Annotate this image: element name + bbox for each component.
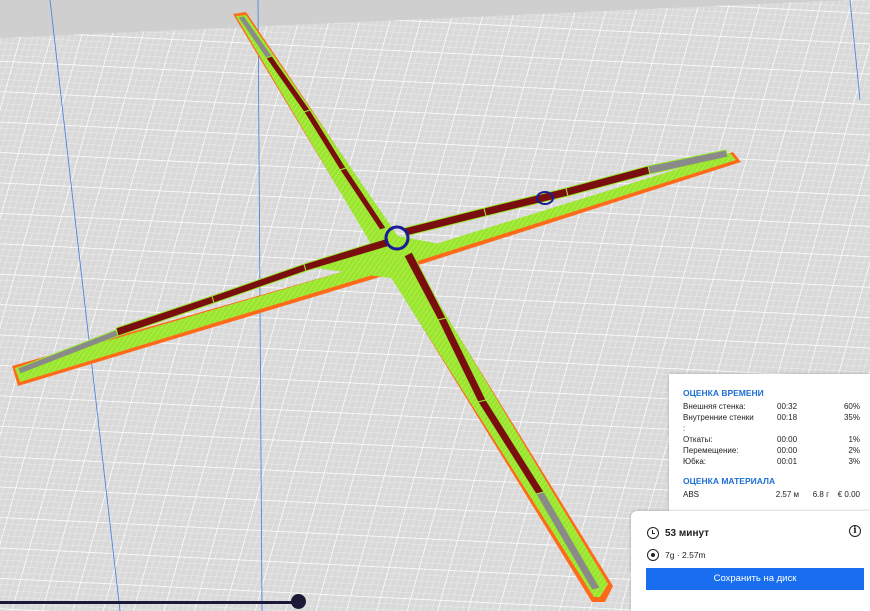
clock-icon [647,527,659,539]
save-to-disk-button[interactable]: Сохранить на диск [646,568,864,590]
estimate-details-panel: ОЦЕНКА ВРЕМЕНИ Внешняя стенка: 00:32 60%… [669,374,870,517]
layer-slider-handle[interactable] [291,594,306,609]
time-row-wrap: : [683,424,686,433]
time-row-inner-walls: Внутренние стенки 00:18 35% [683,413,860,422]
material-row: ABS 2.57 м 6.8 г € 0.00 [683,489,860,500]
layer-slider[interactable] [0,594,306,611]
info-icon[interactable]: i [849,525,861,537]
time-row-travel: Перемещение: 00:00 2% [683,446,860,455]
material-estimate-title: ОЦЕНКА МАТЕРИАЛА [683,476,776,486]
material-cost: € 0.00 [837,490,860,499]
time-row-retractions: Откаты: 00:00 1% [683,435,860,444]
material-name: ABS [683,490,700,499]
time-row-skirt: Юбка: 00:01 3% [683,457,860,466]
material-usage-value: 7g · 2.57m [665,550,706,560]
material-weight: 6.8 г [812,490,829,499]
print-time-row: 53 минут [647,526,709,540]
material-usage-row: 7g · 2.57m [647,548,706,562]
spool-icon [647,549,659,561]
print-summary-panel: 53 минут i 7g · 2.57m Сохранить на диск [631,511,870,611]
layer-slider-track[interactable] [0,601,298,604]
print-time-value: 53 минут [665,527,710,539]
time-row-outer-wall: Внешняя стенка: 00:32 60% [683,402,860,411]
material-length: 2.57 м [775,490,799,499]
time-estimate-title: ОЦЕНКА ВРЕМЕНИ [683,388,764,398]
